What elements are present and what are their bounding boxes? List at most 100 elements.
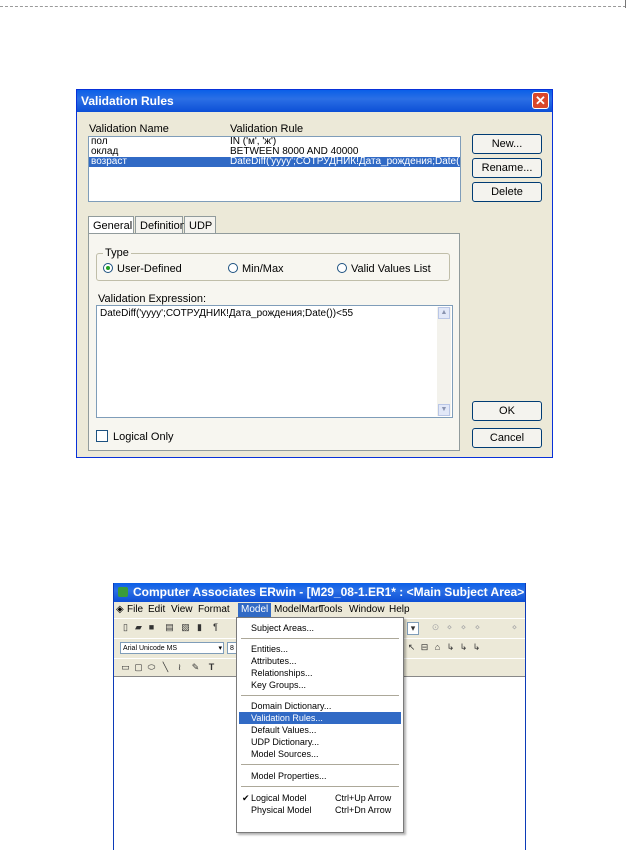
relationship-icon[interactable]: ↳ (458, 642, 469, 653)
radio-valid-values-list[interactable]: Valid Values List (337, 263, 431, 275)
tab-general[interactable]: General (88, 216, 134, 234)
menu-item-relationships[interactable]: Relationships... (239, 667, 401, 679)
validation-rule-list[interactable]: пол IN ('м', 'ж') оклад BETWEEN 8000 AND… (88, 136, 461, 202)
logical-only-checkbox[interactable]: Logical Only (96, 430, 174, 443)
menu-view[interactable]: View (168, 603, 196, 617)
polyline-icon[interactable]: ≀ (174, 662, 185, 673)
menu-item-default-values[interactable]: Default Values... (239, 724, 401, 736)
menu-item-label: Logical Model (251, 793, 307, 803)
filter-icon[interactable]: ¶ (210, 622, 221, 633)
pencil-icon[interactable]: ✎ (190, 662, 201, 673)
menu-item-entities[interactable]: Entities... (239, 643, 401, 655)
menu-item-model-sources[interactable]: Model Sources... (239, 748, 401, 760)
color-icon[interactable]: ▮ (194, 622, 205, 633)
radio-user-defined[interactable]: User-Defined (103, 263, 182, 275)
menu-item-label: Physical Model (251, 805, 312, 815)
menu-item-label: Domain Dictionary... (251, 701, 332, 711)
menu-item-shortcut: Ctrl+Dn Arrow (335, 805, 392, 815)
radio-label: Valid Values List (351, 263, 431, 275)
print-icon[interactable]: ▤ (164, 622, 175, 633)
radio-label: User-Defined (117, 263, 182, 275)
radio-icon (337, 263, 347, 273)
rename-button[interactable]: Rename... (472, 158, 542, 178)
menu-item-key-groups[interactable]: Key Groups... (239, 679, 401, 691)
combo-dropdown-icon[interactable]: ▾ (407, 622, 419, 635)
scroll-up-icon[interactable]: ▲ (438, 307, 450, 319)
menu-file[interactable]: File (124, 603, 146, 617)
menu-format[interactable]: Format (195, 603, 233, 617)
menu-item-domain-dictionary[interactable]: Domain Dictionary... (239, 700, 401, 712)
expression-textarea[interactable]: DateDiff('yyyy';СОТРУДНИК!Дата_рождения;… (96, 305, 453, 418)
menu-tools[interactable]: Tools (316, 603, 345, 617)
dialog-titlebar: Validation Rules ✕ (77, 90, 552, 112)
tab-definition[interactable]: Definition (135, 216, 186, 234)
rule-expression: DateDiff('yyyy';СОТРУДНИК!Дата_рождения;… (230, 156, 461, 167)
view-icon[interactable]: ⌂ (432, 642, 443, 653)
column-header-rule: Validation Rule (230, 123, 304, 135)
toolbar-disabled-icon: ⋄ (474, 622, 481, 632)
menu-item-label: Entities... (251, 644, 289, 654)
open-folder-icon[interactable]: ▰ (133, 622, 144, 633)
delete-button[interactable]: Delete (472, 182, 542, 202)
ok-button[interactable]: OK (472, 401, 542, 421)
menu-separator (241, 764, 399, 765)
dialog-title: Validation Rules (81, 94, 174, 108)
menu-help[interactable]: Help (386, 603, 413, 617)
app-menu-icon[interactable]: ◈ (116, 603, 124, 617)
menu-item-model-properties[interactable]: Model Properties... (239, 770, 401, 782)
relationship-icon[interactable]: ↳ (445, 642, 456, 653)
menu-item-shortcut: Ctrl+Up Arrow (335, 793, 392, 803)
relationship-icon[interactable]: ↳ (471, 642, 482, 653)
menu-item-label: Key Groups... (251, 680, 307, 690)
preview-icon[interactable]: ▧ (180, 622, 191, 633)
rounded-rectangle-icon[interactable]: ▢ (133, 662, 144, 673)
tab-udp[interactable]: UDP (184, 216, 216, 234)
menu-separator (241, 695, 399, 696)
menu-separator (241, 786, 399, 787)
menu-item-logical-model[interactable]: ✔ Logical Model Ctrl+Up Arrow (239, 792, 401, 804)
menu-item-physical-model[interactable]: Physical Model Ctrl+Dn Arrow (239, 804, 401, 816)
save-icon[interactable]: ■ (146, 622, 157, 633)
expression-label: Validation Expression: (98, 293, 207, 305)
menu-item-label: Validation Rules... (251, 713, 323, 723)
menu-item-label: Subject Areas... (251, 623, 315, 633)
menu-bar: ◈ File Edit View Format Model ModelMart … (114, 602, 525, 618)
menu-item-udp-dictionary[interactable]: UDP Dictionary... (239, 736, 401, 748)
erwin-app-icon (118, 587, 128, 597)
font-name-combo[interactable]: Arial Unicode MS ▾ (120, 642, 224, 654)
cancel-button[interactable]: Cancel (472, 428, 542, 448)
validation-rules-dialog: Validation Rules ✕ Validation Name Valid… (76, 89, 553, 458)
radio-icon (228, 263, 238, 273)
column-header-name: Validation Name (89, 123, 169, 135)
rectangle-icon[interactable]: ▭ (120, 662, 131, 673)
scroll-down-icon[interactable]: ▼ (438, 404, 450, 416)
entity-icon[interactable]: ⊟ (419, 642, 430, 653)
radio-label: Min/Max (242, 263, 284, 275)
new-button[interactable]: New... (472, 134, 542, 154)
new-file-icon[interactable]: ▯ (120, 622, 131, 633)
chevron-down-icon[interactable]: ▾ (218, 643, 222, 655)
menu-item-label: Default Values... (251, 725, 317, 735)
close-icon[interactable]: ✕ (532, 92, 549, 109)
line-icon[interactable]: ╲ (160, 662, 171, 673)
menu-item-label: UDP Dictionary... (251, 737, 320, 747)
menu-window[interactable]: Window (346, 603, 388, 617)
text-icon[interactable]: T (206, 662, 217, 673)
erwin-titlebar: Computer Associates ERwin - [M29_08-1.ER… (114, 583, 525, 602)
menu-item-subject-areas[interactable]: Subject Areas... (239, 622, 401, 634)
toolbar-disabled-icon: ⋄ (511, 622, 518, 632)
menu-item-label: Model Properties... (251, 771, 327, 781)
pointer-icon[interactable]: ↖ (406, 642, 417, 653)
vertical-scrollbar[interactable]: ▲ ▼ (437, 307, 451, 416)
ellipse-icon[interactable]: ⬭ (146, 662, 157, 673)
menu-item-attributes[interactable]: Attributes... (239, 655, 401, 667)
checkbox-icon (96, 430, 108, 442)
erwin-title: Computer Associates ERwin - [M29_08-1.ER… (133, 585, 525, 599)
menu-item-validation-rules[interactable]: Validation Rules... (239, 712, 401, 724)
list-item-selected[interactable]: возраст DateDiff('yyyy';СОТРУДНИК!Дата_р… (89, 157, 460, 167)
menu-model[interactable]: Model (238, 603, 272, 617)
menu-edit[interactable]: Edit (145, 603, 168, 617)
checkmark-icon: ✔ (242, 793, 250, 803)
radio-min-max[interactable]: Min/Max (228, 263, 284, 275)
page-corner-mark (625, 0, 626, 8)
